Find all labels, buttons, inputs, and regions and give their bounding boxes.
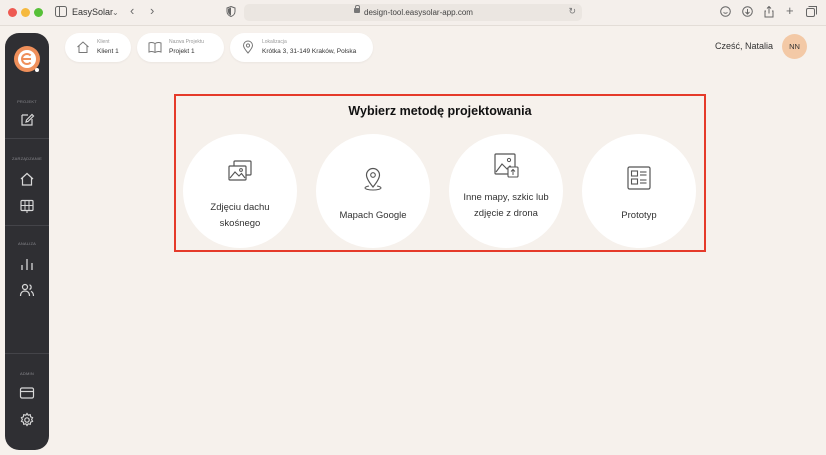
reload-icon[interactable]: ↻	[568, 6, 576, 17]
location-label: Lokalizacja	[262, 39, 287, 45]
method-other-maps-button[interactable]: Inne mapy, szkic lub zdjęcie z drona	[449, 134, 563, 248]
map-pin-icon	[359, 164, 387, 192]
method-other-maps-label: Inne mapy, szkic lub zdjęcie z drona	[463, 192, 549, 219]
client-pill[interactable]: Klient Klient 1	[65, 33, 131, 62]
extension-icon[interactable]	[720, 6, 731, 21]
client-value: Klient 1	[97, 48, 119, 55]
design-method-title: Wybierz metodę projektowania	[348, 104, 532, 118]
sidebar-divider	[5, 353, 49, 354]
url-text: design-tool.easysolar-app.com	[364, 8, 473, 17]
shield-icon[interactable]	[226, 5, 236, 21]
images-icon	[226, 158, 254, 186]
minimize-window-button[interactable]	[21, 8, 30, 17]
method-prototype-label: Prototyp	[621, 210, 657, 221]
sidebar-section-admin: ADMIN	[20, 371, 34, 376]
project-label: Nazwa Projektu	[169, 39, 205, 45]
browser-toolbar: EasySolar ⌄ ‹ › design-tool.easysolar-ap…	[0, 0, 826, 26]
solar-panel-icon[interactable]	[19, 198, 35, 214]
client-label: Klient	[97, 39, 110, 45]
home-icon[interactable]	[19, 171, 35, 187]
design-method-panel: Wybierz metodę projektowania Zdjęciu dac…	[174, 94, 706, 252]
chevron-down-icon[interactable]: ⌄	[112, 6, 119, 19]
back-icon[interactable]: ‹	[130, 4, 134, 17]
users-icon[interactable]	[19, 282, 35, 298]
location-pill[interactable]: Lokalizacja Krótka 3, 31-149 Kraków, Pol…	[230, 33, 373, 62]
forward-icon[interactable]: ›	[150, 4, 154, 17]
home-icon	[76, 40, 90, 54]
close-window-button[interactable]	[8, 8, 17, 17]
location-value: Krótka 3, 31-149 Kraków, Polska	[262, 48, 357, 55]
lock-icon	[354, 5, 360, 13]
location-pin-icon	[241, 40, 255, 54]
tab-overview-icon[interactable]	[806, 6, 817, 21]
method-roof-photo-label: Zdjęciu dachu skośnego	[210, 202, 270, 229]
new-tab-icon[interactable]: +	[786, 4, 794, 17]
sidebar-section-analiza: ANALIZA	[17, 241, 37, 246]
sidebar-divider	[5, 225, 49, 226]
logo-dot	[35, 68, 39, 72]
method-prototype-button[interactable]: Prototyp	[582, 134, 696, 248]
sidebar-toggle-icon[interactable]	[55, 6, 67, 21]
project-value: Projekt 1	[169, 48, 195, 55]
download-icon[interactable]	[742, 6, 753, 21]
method-google-maps-label: Mapach Google	[339, 210, 407, 221]
book-icon	[148, 40, 162, 54]
sidebar-section-projekt: PROJEKT	[17, 99, 37, 104]
maximize-window-button[interactable]	[34, 8, 43, 17]
greeting-text: Cześć, Natalia	[715, 41, 774, 51]
layout-icon	[625, 164, 653, 192]
sidebar-divider	[5, 138, 49, 139]
avatar[interactable]: NN	[782, 34, 807, 59]
sidebar: PROJEKT ZARZĄDZANIE ANALIZA ADMIN	[5, 33, 49, 450]
method-roof-photo-button[interactable]: Zdjęciu dachu skośnego	[183, 134, 297, 248]
sidebar-section-zarzadzanie: ZARZĄDZANIE	[12, 156, 42, 161]
credit-card-icon[interactable]	[19, 385, 35, 401]
bar-chart-icon[interactable]	[19, 256, 35, 272]
image-upload-icon	[492, 151, 520, 179]
gear-icon[interactable]	[19, 412, 35, 428]
project-pill[interactable]: Nazwa Projektu Projekt 1	[137, 33, 224, 62]
tab-group-name[interactable]: EasySolar	[72, 6, 113, 19]
share-icon[interactable]	[764, 5, 774, 22]
edit-icon[interactable]	[19, 112, 35, 128]
method-google-maps-button[interactable]: Mapach Google	[316, 134, 430, 248]
address-bar[interactable]: design-tool.easysolar-app.com ↻	[244, 4, 582, 21]
